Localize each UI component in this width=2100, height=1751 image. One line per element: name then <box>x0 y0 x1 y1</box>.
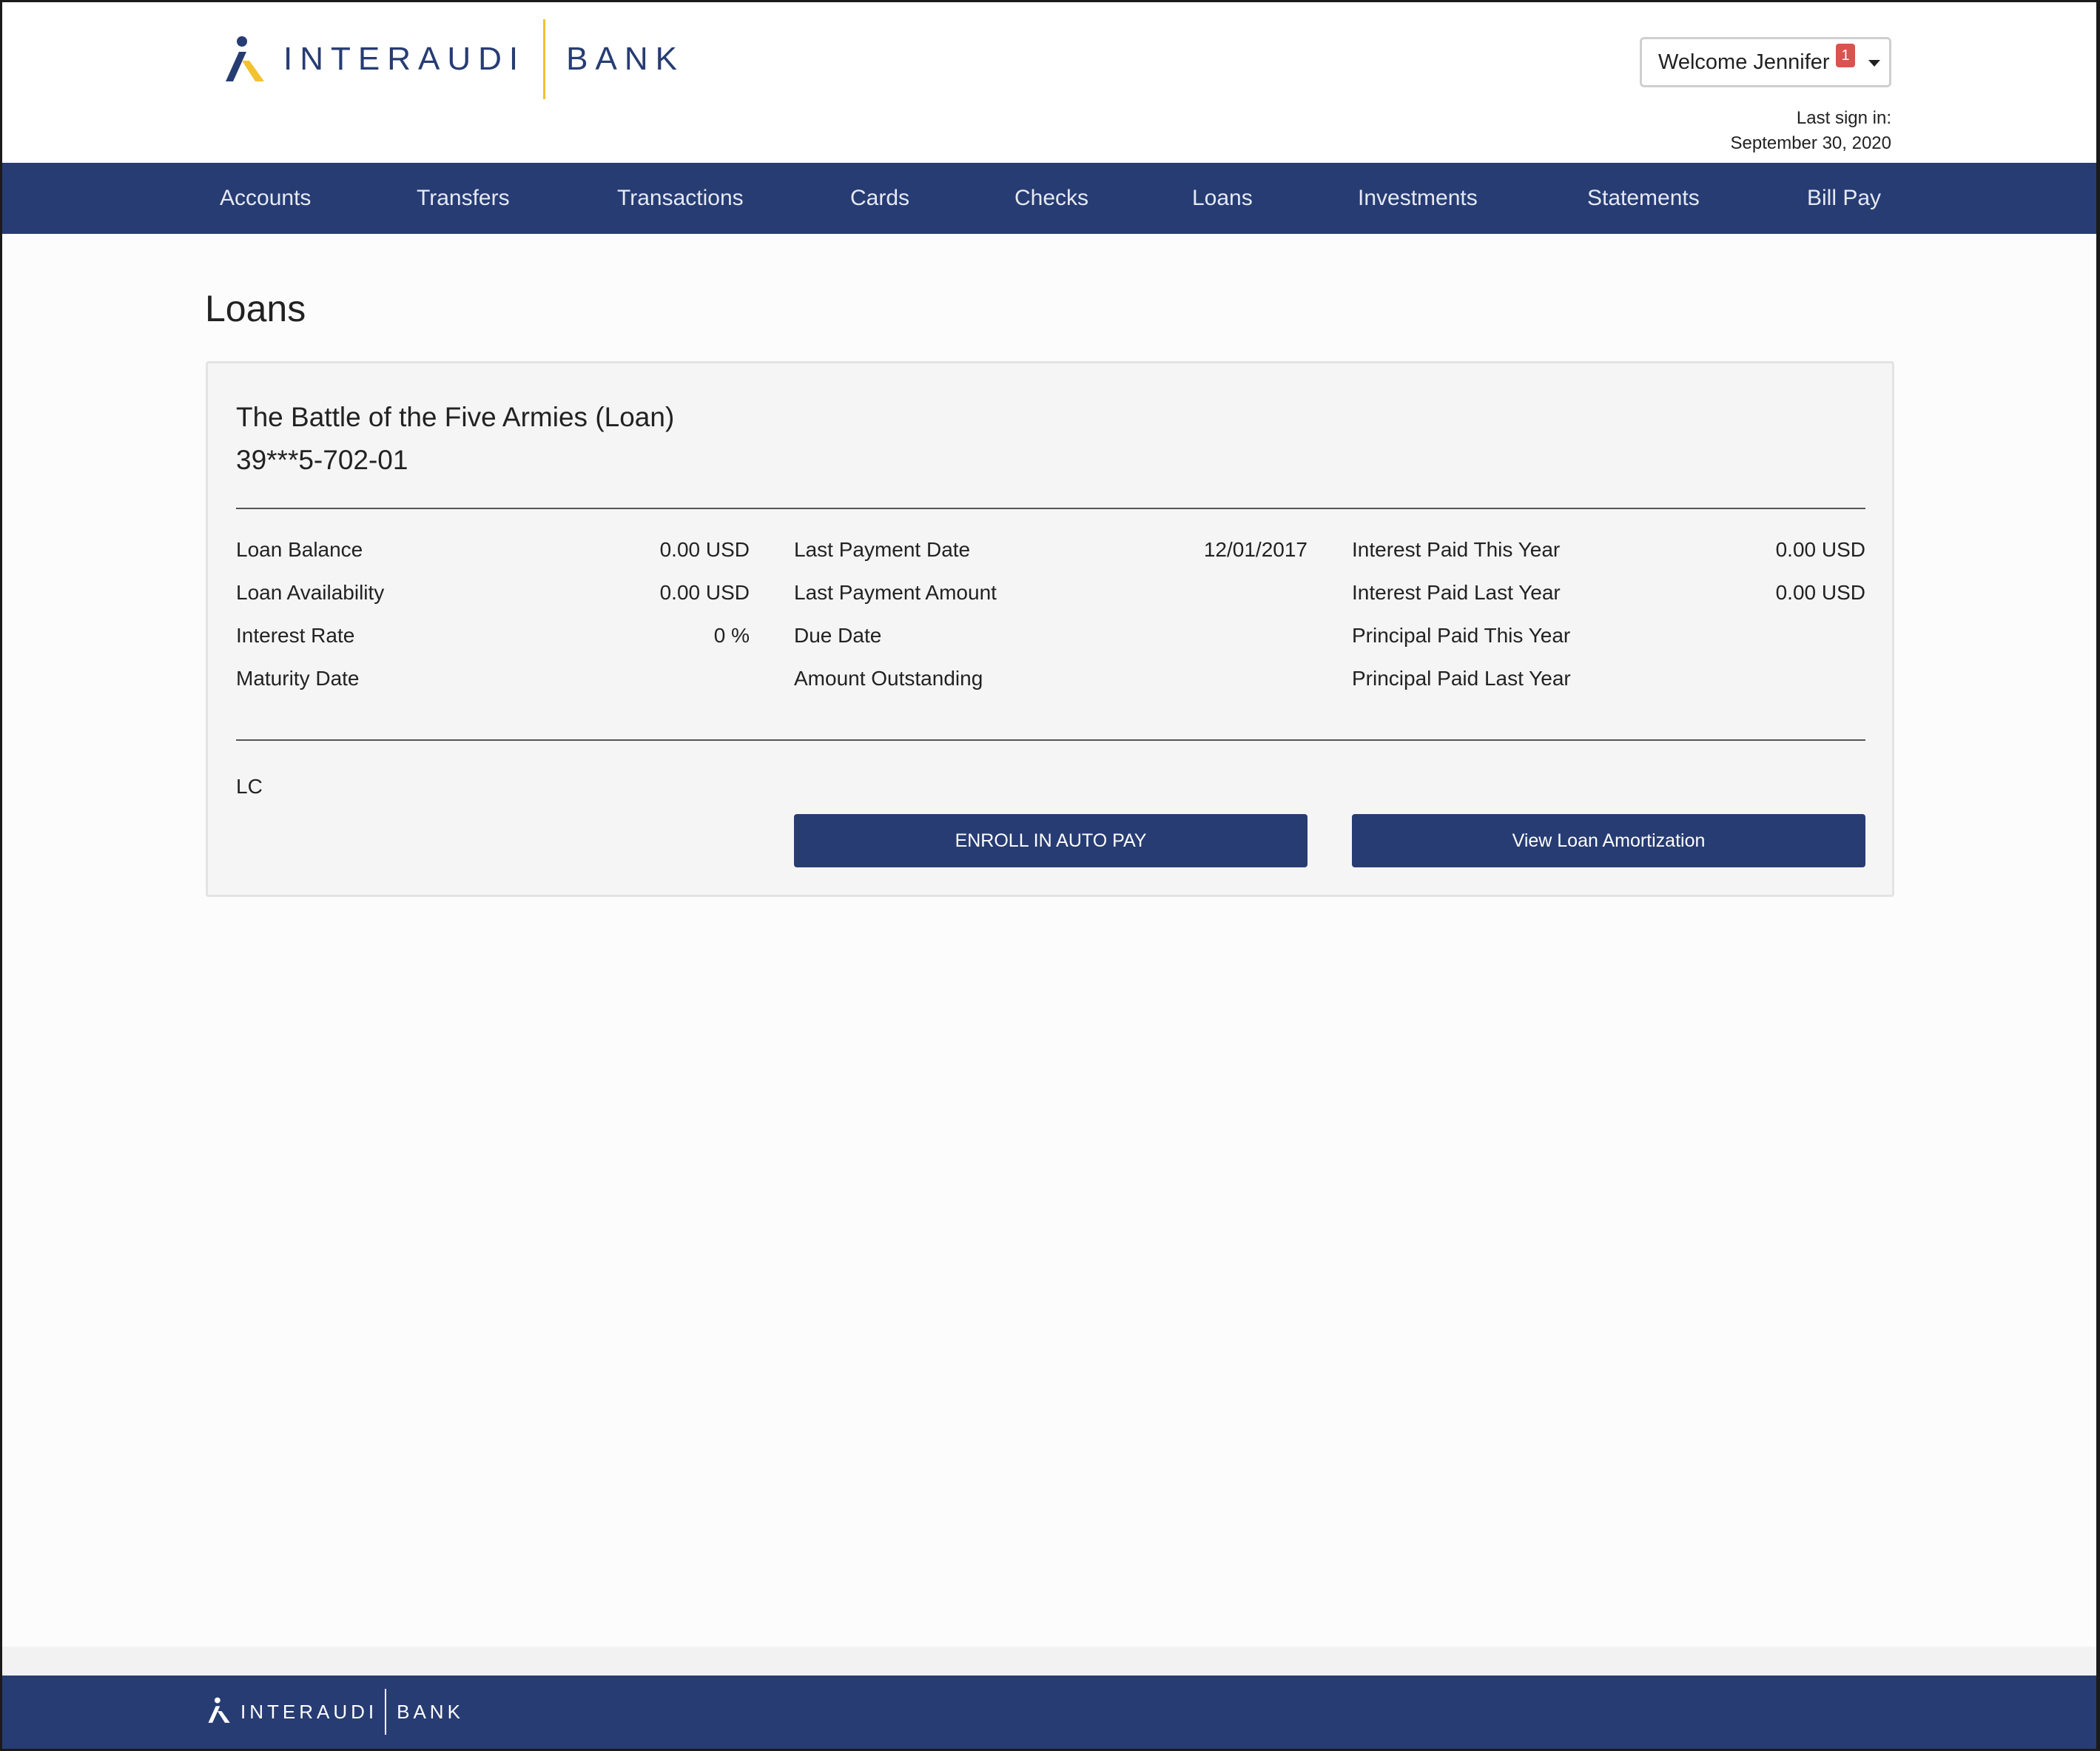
divider <box>236 508 1865 509</box>
detail-row: Interest Paid This Year 0.00 USD <box>1352 538 1865 581</box>
detail-row: Loan Balance 0.00 USD <box>236 538 750 581</box>
footer-logo-divider <box>385 1689 387 1735</box>
site-footer: INTERAUDI BANK <box>2 1676 2096 1749</box>
detail-row: Interest Paid Last Year 0.00 USD <box>1352 581 1865 624</box>
detail-row: Principal Paid Last Year <box>1352 667 1865 710</box>
view-loan-amortization-button[interactable]: View Loan Amortization <box>1352 814 1865 867</box>
last-payment-date-label: Last Payment Date <box>794 538 971 561</box>
nav-item-transactions[interactable]: Transactions <box>617 163 744 234</box>
interest-rate-label: Interest Rate <box>236 624 355 647</box>
detail-row: Interest Rate 0 % <box>236 624 750 667</box>
detail-row: Last Payment Date 12/01/2017 <box>794 538 1308 581</box>
interest-rate-value: 0 % <box>713 624 750 647</box>
loan-type-code: LC <box>236 775 263 798</box>
enroll-auto-pay-button[interactable]: ENROLL IN AUTO PAY <box>794 814 1308 867</box>
loan-availability-value: 0.00 USD <box>659 581 750 604</box>
detail-row: Principal Paid This Year <box>1352 624 1865 667</box>
loan-name: The Battle of the Five Armies (Loan) <box>236 402 675 432</box>
loan-details-column-3: Interest Paid This Year 0.00 USD Interes… <box>1352 538 1865 710</box>
nav-item-investments[interactable]: Investments <box>1358 163 1478 234</box>
last-sign-in: Last sign in: September 30, 2020 <box>1731 106 1892 156</box>
principal-paid-last-year-label: Principal Paid Last Year <box>1352 667 1571 690</box>
nav-item-statements[interactable]: Statements <box>1587 163 1700 234</box>
nav-item-bill-pay[interactable]: Bill Pay <box>1807 163 1881 234</box>
browser-window: INTERAUDI BANK Welcome Jennifer 1 Last s… <box>2 2 2096 1749</box>
loan-balance-value: 0.00 USD <box>659 538 750 561</box>
loan-availability-label: Loan Availability <box>236 581 385 604</box>
last-sign-in-date: September 30, 2020 <box>1730 133 1892 153</box>
interest-paid-last-year-value: 0.00 USD <box>1775 581 1865 604</box>
detail-row: Loan Availability 0.00 USD <box>236 581 750 624</box>
interest-paid-this-year-label: Interest Paid This Year <box>1352 538 1561 561</box>
logo-bank-word: BANK <box>566 41 684 77</box>
amount-outstanding-label: Amount Outstanding <box>794 667 983 690</box>
detail-row: Maturity Date <box>236 667 750 710</box>
logo-mark-icon <box>220 36 267 83</box>
last-sign-in-label: Last sign in: <box>1796 108 1891 128</box>
divider <box>236 739 1865 741</box>
interest-paid-this-year-value: 0.00 USD <box>1775 538 1865 561</box>
detail-row: Due Date <box>794 624 1308 667</box>
last-payment-amount-label: Last Payment Amount <box>794 581 997 604</box>
loan-details-column-2: Last Payment Date 12/01/2017 Last Paymen… <box>794 538 1308 710</box>
loan-details-column-1: Loan Balance 0.00 USD Loan Availability … <box>236 538 750 710</box>
notification-badge: 1 <box>1836 44 1855 67</box>
nav-item-accounts[interactable]: Accounts <box>220 163 311 234</box>
nav-item-checks[interactable]: Checks <box>1014 163 1088 234</box>
due-date-label: Due Date <box>794 624 882 647</box>
nav-item-transfers[interactable]: Transfers <box>417 163 510 234</box>
principal-paid-this-year-label: Principal Paid This Year <box>1352 624 1571 647</box>
detail-row: Amount Outstanding <box>794 667 1308 710</box>
welcome-label: Welcome Jennifer <box>1658 50 1830 74</box>
user-menu-button[interactable]: Welcome Jennifer 1 <box>1640 37 1891 87</box>
interest-paid-last-year-label: Interest Paid Last Year <box>1352 581 1561 604</box>
footer-bank-word: BANK <box>397 1700 464 1723</box>
loan-balance-label: Loan Balance <box>236 538 363 561</box>
logo-divider <box>543 19 546 99</box>
site-header: INTERAUDI BANK Welcome Jennifer 1 Last s… <box>2 2 2096 162</box>
nav-item-cards[interactable]: Cards <box>850 163 909 234</box>
last-payment-date-value: 12/01/2017 <box>1203 538 1308 561</box>
footer-logo[interactable]: INTERAUDI BANK <box>205 1689 464 1735</box>
maturity-date-label: Maturity Date <box>236 667 360 690</box>
main-nav: Accounts Transfers Transactions Cards Ch… <box>2 163 2096 234</box>
bank-logo[interactable]: INTERAUDI BANK <box>220 19 684 100</box>
loan-number: 39***5-702-01 <box>236 445 408 475</box>
loan-card: The Battle of the Five Armies (Loan) 39*… <box>206 361 1894 897</box>
chevron-down-icon <box>1868 60 1880 67</box>
page-title: Loans <box>205 288 306 329</box>
footer-wordmark: INTERAUDI <box>240 1700 378 1723</box>
footer-spacer <box>2 1647 2096 1676</box>
nav-item-loans[interactable]: Loans <box>1192 163 1253 234</box>
footer-logo-mark-icon <box>205 1697 232 1727</box>
detail-row: Last Payment Amount <box>794 581 1308 624</box>
logo-wordmark: INTERAUDI <box>283 41 526 77</box>
